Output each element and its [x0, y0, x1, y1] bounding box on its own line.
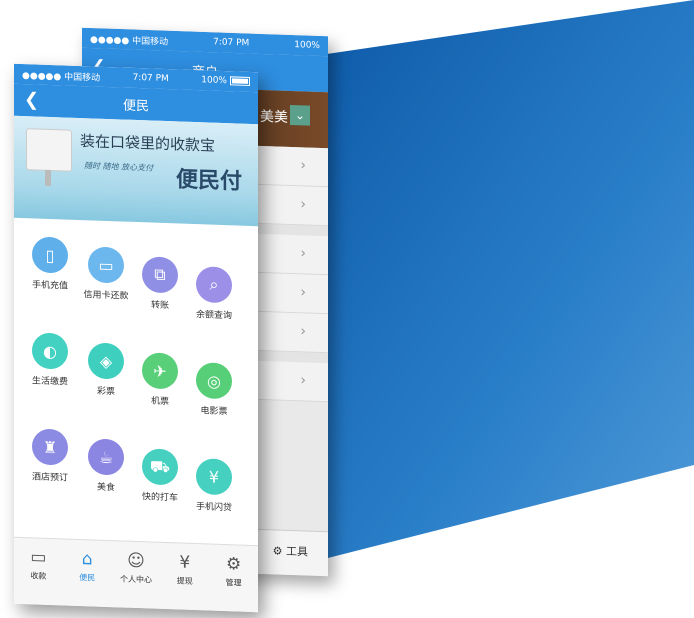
chevron-right-icon: ›	[300, 372, 306, 389]
home-icon: ⌂	[81, 549, 93, 570]
chevron-down-icon[interactable]: ⌄	[290, 104, 310, 126]
front-phone-screen: ●●●●● 中国移动 7:07 PM 100% ❮ 便民 装在口袋里的收款宝 随…	[14, 63, 258, 613]
chevron-right-icon: ›	[300, 284, 306, 301]
loan-icon: ¥	[196, 458, 232, 496]
battery-text: 100%	[294, 40, 320, 52]
service-label: 信用卡还款	[83, 290, 129, 302]
page-title: 便民	[122, 98, 149, 114]
service-item[interactable]: ¥ 手机闪贷	[184, 458, 244, 514]
card-reader-image	[26, 128, 72, 172]
service-label: 手机闪贷	[195, 502, 232, 514]
background-band	[320, 0, 694, 560]
gear-icon: ⚙	[225, 554, 242, 575]
tab-home[interactable]: ⌂ 便民	[63, 539, 112, 607]
service-item[interactable]: ▭ 信用卡还款	[76, 246, 136, 302]
time-text: 7:07 PM	[213, 37, 250, 49]
promo-tagline: 随时 随地 放心支付	[84, 161, 154, 173]
chevron-right-icon: ›	[300, 196, 306, 213]
service-label: 余额查询	[195, 310, 232, 322]
tab-label: 便民	[79, 573, 96, 583]
time-text: 7:07 PM	[132, 72, 169, 85]
service-label: 电影票	[200, 406, 228, 418]
banner-text: 美美	[260, 108, 288, 126]
service-item[interactable]: ⌕ 余额查询	[184, 266, 244, 322]
tab-gear[interactable]: ⚙ 管理	[209, 545, 258, 613]
tab-withdraw[interactable]: ¥ 提现	[160, 543, 209, 611]
service-item[interactable]: ◐ 生活缴费	[20, 332, 80, 388]
service-item[interactable]: ⧉ 转账	[130, 256, 190, 312]
service-label: 生活缴费	[31, 376, 68, 388]
chevron-right-icon: ›	[300, 245, 306, 262]
tab-bar: ▭ 收款 ⌂ 便民 ☺ 个人中心 ¥ 提现 ⚙ 管理	[14, 536, 258, 613]
service-item[interactable]: ◈ 彩票	[76, 342, 136, 398]
service-item[interactable]: ⛟ 快的打车	[130, 448, 190, 504]
tab-tools[interactable]: ⚙ 工具	[273, 542, 308, 559]
tab-receive[interactable]: ▭ 收款	[14, 538, 63, 606]
plane-icon: ✈	[142, 352, 178, 390]
search-icon: ⌕	[196, 266, 232, 304]
withdraw-icon: ¥	[179, 552, 191, 573]
tab-tools-label: 工具	[286, 544, 308, 559]
carrier-text: ●●●●● 中国移动	[90, 34, 169, 48]
hotel-icon: ♜	[32, 428, 68, 466]
receive-icon: ▭	[30, 547, 47, 568]
battery: 100%	[201, 75, 250, 87]
promo-brand: 便民付	[175, 167, 242, 195]
promo-headline: 装在口袋里的收款宝	[80, 132, 216, 155]
chevron-right-icon: ›	[300, 157, 306, 174]
film-icon: ◎	[196, 362, 232, 400]
card-icon: ▭	[88, 246, 124, 284]
tab-label: 管理	[225, 578, 242, 588]
service-label: 手机充值	[31, 280, 68, 292]
service-label: 快的打车	[141, 492, 178, 504]
transfer-icon: ⧉	[142, 256, 178, 294]
service-grid: ▯ 手机充值 ▭ 信用卡还款 ⧉ 转账 ⌕ 余额查询 ◐ 生活缴费 ◈ 彩票 ✈ 机票 ◎ 电影票 ♜ 酒店预订 ☕…	[14, 218, 258, 533]
carrier-text: ●●●●● 中国移动	[22, 70, 101, 84]
service-label: 转账	[150, 300, 169, 312]
car-icon: ⛟	[142, 448, 178, 486]
tab-label: 提现	[176, 576, 193, 586]
lottery-icon: ◈	[88, 342, 124, 380]
tab-label: 收款	[30, 571, 47, 581]
tab-label: 个人中心	[119, 574, 152, 585]
service-label: 美食	[96, 482, 115, 494]
battery-text: 100%	[201, 75, 227, 87]
service-item[interactable]: ✈ 机票	[130, 352, 190, 408]
service-item[interactable]: ☕ 美食	[76, 438, 136, 494]
promo-banner[interactable]: 装在口袋里的收款宝 随时 随地 放心支付 便民付	[14, 115, 258, 227]
service-label: 酒店预订	[31, 472, 68, 484]
user-icon: ☺	[127, 550, 145, 572]
chevron-right-icon: ›	[300, 323, 306, 340]
service-item[interactable]: ♜ 酒店预订	[20, 428, 80, 484]
tab-user[interactable]: ☺ 个人中心	[112, 541, 161, 609]
bulb-icon: ◐	[32, 332, 68, 370]
service-label: 彩票	[96, 386, 115, 398]
food-icon: ☕	[88, 438, 124, 476]
back-icon[interactable]: ❮	[24, 89, 39, 111]
battery-icon	[229, 76, 250, 86]
phone-icon: ▯	[32, 236, 68, 274]
service-label: 机票	[150, 396, 169, 408]
service-item[interactable]: ▯ 手机充值	[20, 236, 80, 292]
service-item[interactable]: ◎ 电影票	[184, 362, 244, 418]
